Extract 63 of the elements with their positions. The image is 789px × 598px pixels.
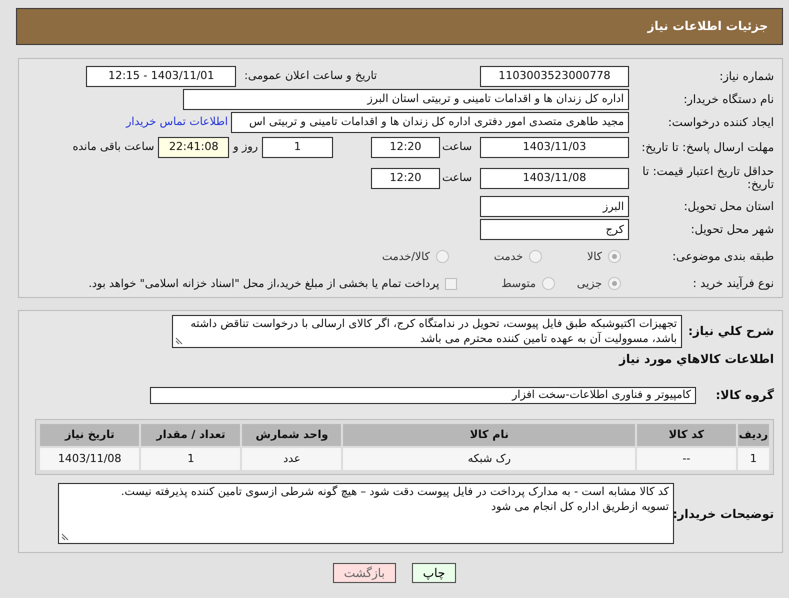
resize-grip-icon[interactable]: [175, 337, 183, 345]
contact-link[interactable]: اطلاعات تماس خریدار: [126, 115, 228, 130]
field-label: توضیحات خریدار:: [674, 506, 774, 522]
column-header: کد کالا: [637, 424, 736, 446]
text-field[interactable]: کامپیوتر و فناوری اطلاعات-سخت افزار: [150, 386, 696, 404]
text-field[interactable]: اداره کل زندان ها و اقدامات تامینی و تربیتی استان البرز: [183, 89, 629, 110]
radio-label: متوسط: [501, 276, 536, 292]
back-button[interactable]: بازگشت: [332, 563, 396, 583]
column-header: ردیف: [738, 424, 769, 446]
field-label: ساعت: [442, 170, 472, 186]
field-label: ساعت: [442, 140, 472, 155]
radio-button[interactable]: [542, 277, 555, 290]
print-button[interactable]: چاپ: [412, 563, 456, 583]
field-label: حداقل تاریخ اعتبار قیمت: تا تاریخ:: [641, 165, 774, 192]
text-field[interactable]: 1: [262, 137, 333, 158]
text-field[interactable]: البرز: [480, 196, 629, 218]
radio-label: کالا: [587, 250, 602, 264]
radio-label: کالا/خدمت: [382, 250, 430, 264]
text-field[interactable]: مجید طاهری متصدی امور دفتری اداره کل زندان ها و اقدامات تامینی و تربیتی اس: [231, 112, 629, 133]
text-field[interactable]: کرج: [480, 219, 629, 240]
notes-text: کد کالا مشابه است - به مدارک پرداخت در فایل پیوست دقت شود – هیچ گونه شرطی ازسوی تامین کننده پذیرفته نیست. تسویه ازطریق اداره کل انجام می شود: [120, 485, 669, 515]
text-field[interactable]: 1403/11/01 - 12:15: [86, 66, 236, 87]
field-label: تاریخ و ساعت اعلان عمومی:: [244, 69, 377, 84]
column-header: واحد شمارش: [242, 424, 342, 446]
radio-label: خدمت: [494, 250, 524, 264]
table-cell: 1: [141, 448, 240, 470]
text-field[interactable]: 1403/11/03: [480, 137, 629, 158]
text-field[interactable]: 12:20: [371, 168, 440, 189]
checkbox-label: پرداخت تمام یا بخشی از مبلغ خرید،از محل "اسناد خزانه اسلامی" خواهد بود.: [88, 276, 440, 292]
field-label: نام دستگاه خریدار:: [682, 92, 774, 106]
field-label: گروه کالا:: [714, 387, 774, 404]
table-cell: رک شبکه: [343, 448, 636, 470]
resize-grip-icon[interactable]: [61, 533, 69, 542]
field-label: استان محل تحویل:: [682, 200, 774, 214]
radio-button[interactable]: [608, 250, 621, 264]
field-label: مهلت ارسال پاسخ: تا تاریخ:: [640, 140, 774, 154]
table-cell: 1403/11/08: [40, 448, 140, 470]
radio-label: جزیی: [576, 276, 602, 292]
field-label: شهر محل تحویل:: [690, 223, 774, 237]
field-label: روز و: [233, 140, 258, 155]
column-header: نام کالا: [343, 424, 636, 446]
notes-field[interactable]: کد کالا مشابه است - به مدارک پرداخت در فایل پیوست دقت شود – هیچ گونه شرطی ازسوی تامین کننده پذیرفته نیست. تسویه ازطریق اداره کل انجام می شود: [58, 483, 674, 544]
column-header: تعداد / مقدار: [141, 424, 240, 446]
text-field[interactable]: 1103003523000778: [480, 66, 629, 87]
field-label: شماره نیاز:: [718, 70, 774, 84]
field-label: شرح کلي نياز:: [687, 323, 774, 340]
field-label: ایجاد کننده درخواست:: [667, 116, 774, 130]
radio-button[interactable]: [608, 277, 621, 290]
page-header: جزئیات اطلاعات نیاز: [16, 8, 783, 45]
table-cell: عدد: [242, 448, 342, 470]
table-cell: 1: [738, 448, 769, 470]
radio-button[interactable]: [436, 250, 449, 264]
table-cell: --: [637, 448, 736, 470]
field-label: ساعت باقی مانده: [72, 140, 154, 155]
text-field[interactable]: 1403/11/08: [480, 168, 629, 189]
field-label: نوع فرآیند خرید :: [692, 277, 774, 291]
checkbox[interactable]: [445, 278, 458, 290]
text-field[interactable]: 22:41:08: [158, 137, 230, 158]
section-title: اطلاعات کالاهاي مورد نياز: [618, 351, 774, 368]
field-label: طبقه بندی موضوعی:: [671, 250, 774, 264]
column-header: تاریخ نیاز: [40, 424, 140, 446]
radio-button[interactable]: [529, 250, 542, 264]
text-field[interactable]: 12:20: [371, 137, 440, 158]
